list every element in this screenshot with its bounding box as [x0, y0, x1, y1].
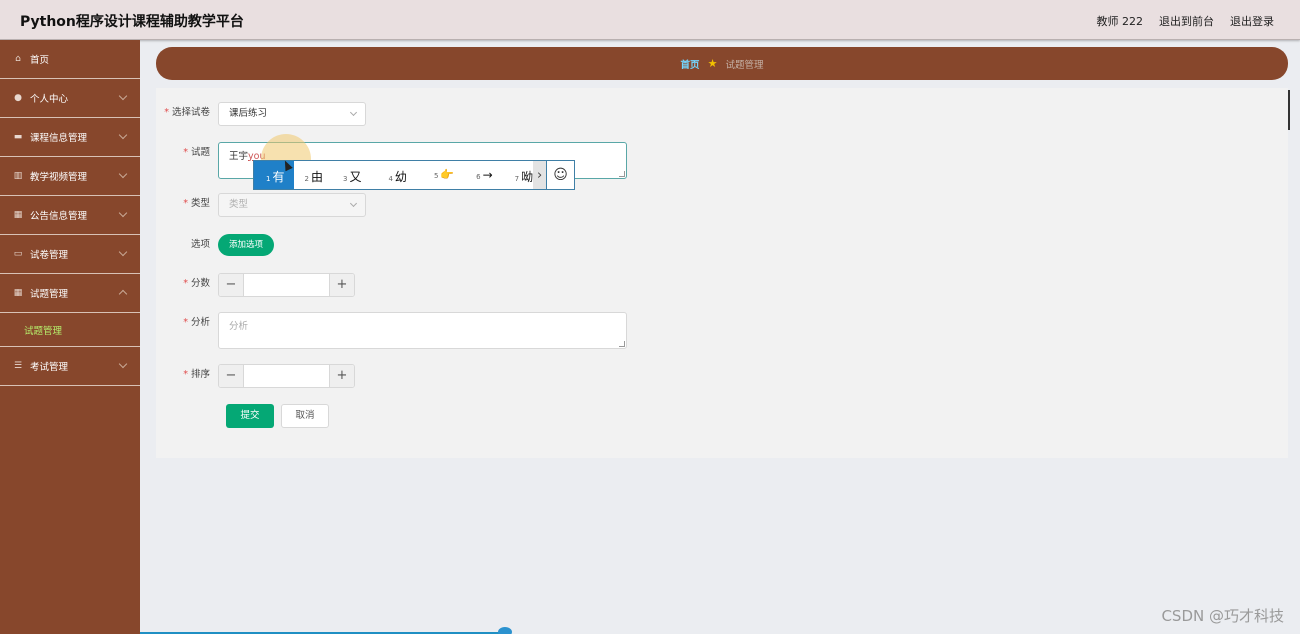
breadcrumb-current: 试题管理 [725, 59, 764, 71]
sort-decrement-button[interactable]: − [219, 365, 244, 387]
paper-row: * 选择试卷 课后练习 [156, 102, 366, 126]
sidebar-item-paper-management[interactable]: ▭ 试卷管理 [0, 235, 140, 274]
chevron-down-icon [118, 247, 128, 257]
submit-button[interactable]: 提交 [226, 404, 274, 428]
table-icon: ▦ [13, 288, 23, 298]
sidebar-item-label: 考试管理 [30, 362, 69, 373]
paper-select-value: 课后练习 [229, 108, 268, 119]
sort-label: * 排序 [183, 369, 210, 380]
sidebar-item-label: 课程信息管理 [30, 133, 88, 144]
logout-link[interactable]: 退出登录 [1230, 13, 1274, 29]
sort-stepper: − + [218, 364, 355, 388]
breadcrumb-home[interactable]: 首页 [681, 57, 700, 71]
emoji-icon[interactable]: ☺ [546, 161, 574, 189]
sidebar-item-label: 首页 [30, 55, 50, 66]
resize-handle[interactable] [619, 171, 625, 177]
sidebar-item-label: 试题管理 [30, 289, 69, 300]
chevron-down-icon [118, 130, 128, 140]
sort-increment-button[interactable]: + [329, 365, 354, 387]
options-row: 选项 添加选项 [156, 234, 275, 256]
grid-icon: ▦ [13, 210, 23, 220]
ime-candidate-window: 1有 2由 3又 4幼 5 👉 6 → 7呦 › ☺ [253, 160, 575, 190]
analysis-row: * 分析 分析 [156, 312, 627, 349]
sidebar-item-label: 教学视频管理 [30, 172, 88, 183]
score-stepper: − + [218, 273, 355, 297]
sidebar-item-teaching-video[interactable]: ▥ 教学视频管理 [0, 157, 140, 196]
home-icon: ⌂ [15, 54, 21, 64]
question-text: 王宇 [229, 151, 249, 162]
type-select[interactable]: 类型 [218, 193, 366, 217]
app-title: Python程序设计课程辅助教学平台 [20, 14, 244, 30]
watermark: CSDN @巧才科技 [1161, 607, 1284, 625]
top-header: Python程序设计课程辅助教学平台 教师 222 退出到前台 退出登录 [0, 0, 1300, 40]
sidebar-subitem-question-management[interactable]: 试题管理 [0, 313, 140, 347]
chevron-down-icon [349, 108, 358, 117]
chevron-down-icon [118, 359, 128, 369]
chevron-up-icon [118, 289, 128, 299]
analysis-label: * 分析 [183, 317, 210, 328]
question-label: * 试题 [183, 147, 210, 158]
type-row: * 类型 类型 [156, 193, 366, 217]
sidebar-item-label: 个人中心 [30, 94, 69, 105]
ime-candidate[interactable]: 5 👉 [434, 161, 454, 189]
user-icon: ● [14, 93, 22, 103]
progress-handle[interactable] [498, 627, 512, 634]
star-icon: ★ [707, 57, 718, 70]
sort-input[interactable] [244, 365, 329, 387]
type-select-placeholder: 类型 [229, 199, 249, 210]
add-option-button[interactable]: 添加选项 [218, 234, 275, 256]
sidebar-item-announcement[interactable]: ▦ 公告信息管理 [0, 196, 140, 235]
sidebar-item-label: 公告信息管理 [30, 211, 88, 222]
score-input[interactable] [244, 274, 329, 296]
chevron-down-icon [349, 199, 358, 208]
breadcrumb: 首页 ★ 试题管理 [156, 47, 1288, 80]
chevron-down-icon [118, 169, 128, 179]
sidebar-item-personal-center[interactable]: ● 个人中心 [0, 79, 140, 118]
sort-row: * 排序 − + [156, 364, 355, 388]
ime-candidate[interactable]: 2由 [304, 161, 322, 189]
resize-handle[interactable] [619, 341, 625, 347]
chevron-down-icon [118, 208, 128, 218]
score-row: * 分数 − + [156, 273, 355, 297]
chevron-right-icon[interactable]: › [533, 161, 547, 189]
ime-candidate[interactable]: 6 → [476, 161, 493, 189]
ime-candidate[interactable]: 4幼 [388, 161, 406, 189]
analysis-placeholder: 分析 [229, 321, 249, 332]
sidebar-item-home[interactable]: ⌂ 首页 [0, 40, 140, 79]
score-label: * 分数 [183, 278, 210, 289]
score-increment-button[interactable]: + [329, 274, 354, 296]
sidebar-item-course-info[interactable]: ▬ 课程信息管理 [0, 118, 140, 157]
type-label: * 类型 [183, 198, 210, 209]
form-panel: * 选择试卷 课后练习 * 试题 王宇you * 类型 类型 选项 添加选项 * 分数 … [156, 88, 1288, 458]
chevron-down-icon [118, 91, 128, 101]
analysis-textarea[interactable]: 分析 [218, 312, 627, 349]
header-actions: 教师 222 退出到前台 退出登录 [1097, 13, 1275, 29]
cancel-button[interactable]: 取消 [281, 404, 329, 428]
user-name: 教师 222 [1096, 15, 1144, 28]
paper-label: * 选择试卷 [164, 107, 210, 118]
form-actions: 提交 取消 [226, 404, 329, 428]
sidebar-item-question-management[interactable]: ▦ 试题管理 [0, 274, 140, 313]
options-label: 选项 [190, 239, 210, 250]
sidebar-item-exam-management[interactable]: ☰ 考试管理 [0, 347, 140, 386]
monitor-icon: ▬ [13, 132, 23, 142]
chart-icon: ▥ [13, 171, 23, 181]
scrollbar[interactable] [1288, 90, 1290, 130]
list-icon: ☰ [13, 361, 23, 371]
paper-select[interactable]: 课后练习 [218, 102, 366, 126]
ime-candidate[interactable]: 7呦 [515, 161, 533, 189]
sidebar-item-label: 试卷管理 [30, 250, 69, 261]
back-to-front-link[interactable]: 退出到前台 [1159, 13, 1214, 29]
score-decrement-button[interactable]: − [219, 274, 244, 296]
ime-candidate[interactable]: 3又 [343, 161, 361, 189]
card-icon: ▭ [13, 249, 23, 259]
pointing-hand-icon: 👉 [440, 168, 455, 181]
sidebar: ⌂ 首页 ● 个人中心 ▬ 课程信息管理 ▥ 教学视频管理 ▦ 公告信息管理 ▭… [0, 40, 140, 634]
